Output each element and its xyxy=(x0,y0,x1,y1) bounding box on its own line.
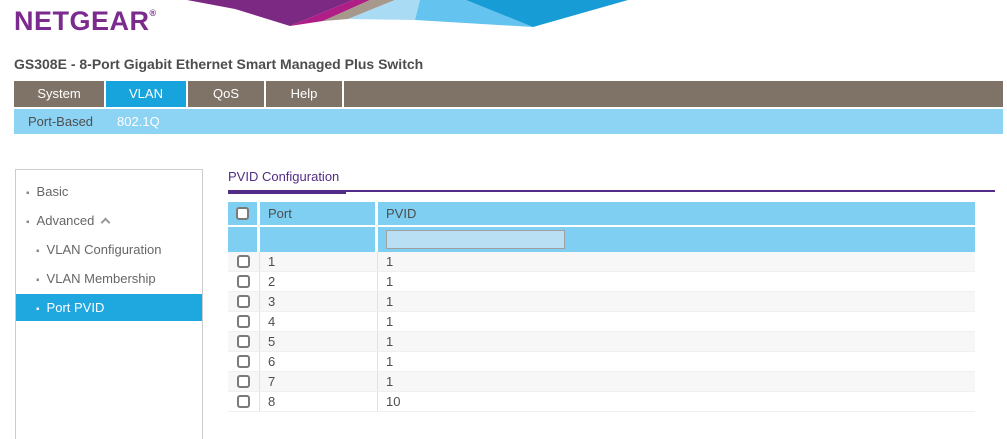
pvid-cell: 1 xyxy=(378,292,975,311)
decorative-banner-graphic xyxy=(180,0,630,27)
vlan-subnav: Port-Based 802.1Q xyxy=(14,109,1003,134)
input-row-pvid-cell xyxy=(378,227,975,252)
sidebar-item-advanced[interactable]: Advanced xyxy=(16,207,202,234)
sidebar-item-vlan-configuration[interactable]: VLAN Configuration xyxy=(16,236,202,263)
row-checkbox-cell xyxy=(228,312,260,331)
header-checkbox-cell xyxy=(228,202,260,225)
bullet-icon xyxy=(36,300,40,315)
sidebar-item-port-pvid[interactable]: Port PVID xyxy=(16,294,202,321)
table-row: 2 1 xyxy=(228,272,975,292)
table-row: 3 1 xyxy=(228,292,975,312)
pvid-cell: 1 xyxy=(378,332,975,351)
subnav-item-port-based[interactable]: Port-Based xyxy=(14,114,107,129)
nav-tab-system[interactable]: System xyxy=(14,81,106,107)
port-cell: 3 xyxy=(260,292,378,311)
page-title: PVID Configuration xyxy=(228,169,339,184)
main-pane: PVID Configuration Port PVID 1 xyxy=(228,169,995,439)
pvid-cell: 1 xyxy=(378,312,975,331)
netgear-logo: NETGEAR® xyxy=(14,6,157,37)
header-pvid-cell: PVID xyxy=(378,202,975,225)
title-underline xyxy=(228,190,346,194)
bullet-icon xyxy=(36,242,40,257)
port-cell: 1 xyxy=(260,252,378,271)
chevron-up-icon xyxy=(101,218,111,228)
bullet-icon xyxy=(26,213,30,228)
port-cell: 6 xyxy=(260,352,378,371)
table-row: 8 10 xyxy=(228,392,975,412)
row-checkbox[interactable] xyxy=(237,375,250,388)
input-row-port-cell xyxy=(260,227,378,252)
input-row-checkbox-cell xyxy=(228,227,260,252)
pvid-cell: 1 xyxy=(378,252,975,271)
table-header-row: Port PVID xyxy=(228,202,975,227)
bullet-icon xyxy=(36,271,40,286)
row-checkbox-cell xyxy=(228,292,260,311)
page-header: NETGEAR® xyxy=(0,0,1007,48)
sidebar-item-label: Advanced xyxy=(37,213,95,228)
main-navbar: System VLAN QoS Help xyxy=(14,81,1003,107)
sidebar-item-label: Basic xyxy=(37,184,69,199)
bullet-icon xyxy=(26,184,30,199)
sidebar-item-label: VLAN Membership xyxy=(47,271,156,286)
row-checkbox-cell xyxy=(228,372,260,391)
row-checkbox-cell xyxy=(228,252,260,271)
registered-mark: ® xyxy=(150,8,157,18)
nav-tab-help[interactable]: Help xyxy=(266,81,344,107)
table-row: 6 1 xyxy=(228,352,975,372)
row-checkbox-cell xyxy=(228,392,260,411)
pvid-cell: 1 xyxy=(378,372,975,391)
row-checkbox[interactable] xyxy=(237,335,250,348)
section-title-wrap: PVID Configuration xyxy=(228,169,995,192)
port-cell: 4 xyxy=(260,312,378,331)
port-cell: 7 xyxy=(260,372,378,391)
row-checkbox[interactable] xyxy=(237,275,250,288)
pvid-cell: 1 xyxy=(378,352,975,371)
port-cell: 5 xyxy=(260,332,378,351)
nav-tab-qos[interactable]: QoS xyxy=(188,81,266,107)
netgear-logo-text: NETGEAR xyxy=(14,6,150,36)
sidebar-item-basic[interactable]: Basic xyxy=(16,178,202,205)
device-title: GS308E - 8-Port Gigabit Ethernet Smart M… xyxy=(14,56,1007,78)
table-row: 1 1 xyxy=(228,252,975,272)
pvid-input[interactable] xyxy=(386,230,565,249)
sidebar-item-label: VLAN Configuration xyxy=(47,242,162,257)
row-checkbox-cell xyxy=(228,352,260,371)
header-port-cell: Port xyxy=(260,202,378,225)
sidebar-item-label: Port PVID xyxy=(47,300,105,315)
pvid-cell: 1 xyxy=(378,272,975,291)
table-row: 4 1 xyxy=(228,312,975,332)
row-checkbox[interactable] xyxy=(237,315,250,328)
port-cell: 8 xyxy=(260,392,378,411)
pvid-cell: 10 xyxy=(378,392,975,411)
row-checkbox-cell xyxy=(228,272,260,291)
table-row: 7 1 xyxy=(228,372,975,392)
nav-tab-vlan[interactable]: VLAN xyxy=(106,81,188,107)
row-checkbox[interactable] xyxy=(237,395,250,408)
sidebar-item-vlan-membership[interactable]: VLAN Membership xyxy=(16,265,202,292)
row-checkbox[interactable] xyxy=(237,255,250,268)
pvid-apply-row xyxy=(228,227,975,252)
row-checkbox[interactable] xyxy=(237,295,250,308)
row-checkbox-cell xyxy=(228,332,260,351)
pvid-table: Port PVID 1 1 2 1 3 xyxy=(228,202,975,412)
content-area: Basic Advanced VLAN Configuration VLAN M… xyxy=(0,169,1007,439)
row-checkbox[interactable] xyxy=(237,355,250,368)
table-row: 5 1 xyxy=(228,332,975,352)
sidebar: Basic Advanced VLAN Configuration VLAN M… xyxy=(15,169,203,439)
subnav-item-8021q[interactable]: 802.1Q xyxy=(107,114,170,129)
select-all-checkbox[interactable] xyxy=(236,207,249,220)
port-cell: 2 xyxy=(260,272,378,291)
